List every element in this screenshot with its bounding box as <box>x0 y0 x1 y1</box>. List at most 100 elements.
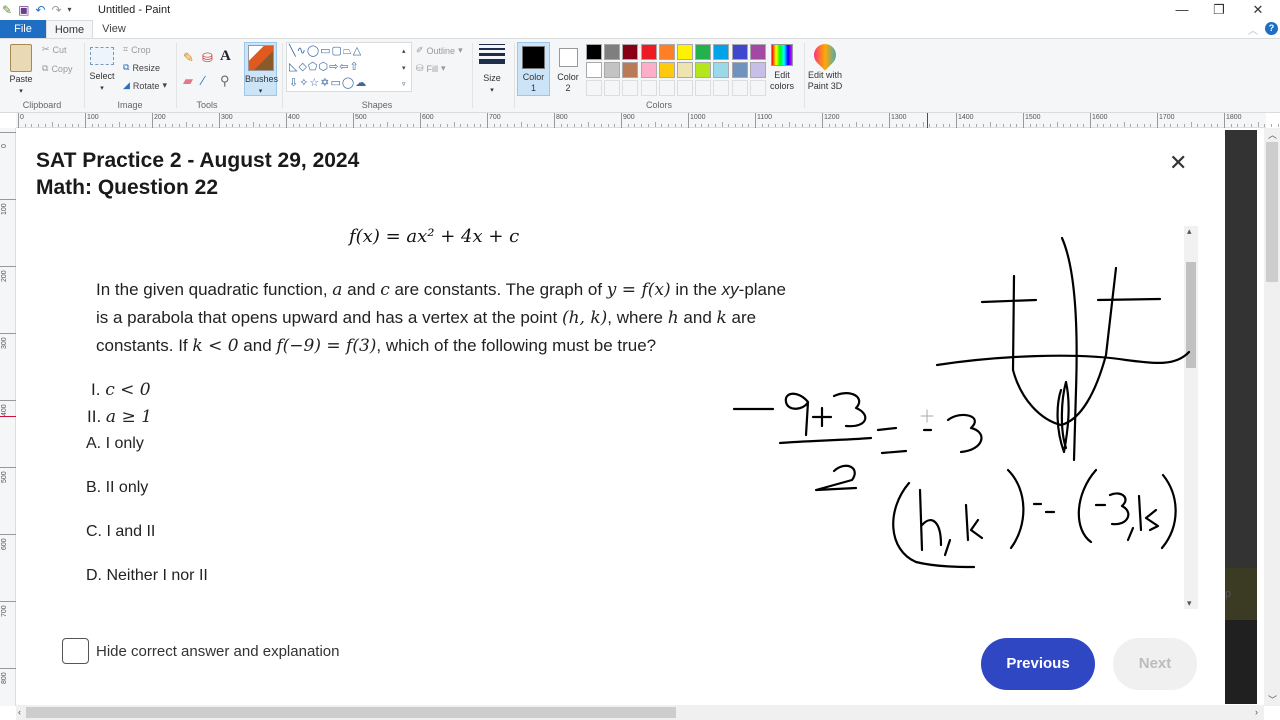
save-icon[interactable]: ▣ <box>18 3 29 17</box>
palette-swatch[interactable] <box>731 62 748 78</box>
hide-answer-checkbox[interactable] <box>62 638 89 664</box>
copy-button[interactable]: ⧉ Copy <box>42 63 72 74</box>
color1-button[interactable]: Color 1 <box>517 42 550 96</box>
palette-swatch[interactable] <box>695 62 712 78</box>
shapes-group-label: Shapes <box>361 100 393 110</box>
ruler-label: 1400 <box>958 114 974 121</box>
close-window-button[interactable]: ✕ <box>1248 2 1268 18</box>
fill-bucket-icon[interactable]: ⛁ <box>202 50 213 66</box>
palette-swatch[interactable] <box>749 62 766 78</box>
fill-button[interactable]: ⛁ Fill ▾ <box>416 63 446 74</box>
edit-with-paint3d-button[interactable]: Edit with Paint 3D <box>807 39 843 92</box>
paint-app-icon[interactable]: ✎ <box>2 3 12 17</box>
crop-button[interactable]: ⌗ Crop <box>123 44 151 55</box>
custom-color-slot[interactable] <box>622 80 639 96</box>
ruler-label: 1300 <box>891 114 907 121</box>
restore-button[interactable]: ❐ <box>1209 2 1229 18</box>
scroll-down-arrow-icon[interactable]: ﹀ <box>1268 693 1277 706</box>
custom-color-slot[interactable] <box>713 80 730 96</box>
size-button[interactable]: Size ▾ <box>477 44 507 96</box>
palette-swatch[interactable] <box>640 62 657 78</box>
scroll-right-arrow-icon[interactable]: › <box>1255 707 1258 717</box>
palette-swatch[interactable] <box>604 44 621 60</box>
select-button[interactable]: Select ▾ <box>88 47 116 94</box>
tab-file[interactable]: File <box>0 20 46 38</box>
ruler-tick <box>1224 113 1225 128</box>
help-icon[interactable]: ? <box>1265 22 1278 35</box>
scroll-left-arrow-icon[interactable]: ‹ <box>18 707 21 717</box>
palette-swatch[interactable] <box>677 44 693 60</box>
custom-color-slot[interactable] <box>640 80 657 96</box>
custom-color-slot[interactable] <box>749 80 766 96</box>
hide-answer-label[interactable]: Hide correct answer and explanation <box>96 643 339 660</box>
palette-swatch[interactable] <box>622 62 639 78</box>
shapes-row-1: ╲∿◯▭▢⏢△ <box>289 45 363 57</box>
tab-view[interactable]: View <box>95 20 133 38</box>
paste-button[interactable]: Paste ▾ <box>6 44 36 97</box>
horizontal-scrollbar[interactable]: ‹ › <box>16 705 1264 720</box>
ruler-tick <box>0 668 16 669</box>
color2-button[interactable]: Color 2 <box>553 42 583 94</box>
palette-swatch[interactable] <box>622 44 639 60</box>
shapes-gallery[interactable]: ╲∿◯▭▢⏢△ ◺◇⬠⬡⇨⇦⇧ ⇩✧☆✡▭◯☁ <box>286 42 412 92</box>
paint-canvas[interactable]: SAT Practice 2 - August 29, 2024 Math: Q… <box>16 130 1224 704</box>
custom-color-slot[interactable] <box>695 80 712 96</box>
next-button[interactable]: Next <box>1113 638 1197 690</box>
text-tool-icon[interactable]: A <box>220 48 231 65</box>
ribbon: Paste ▾ ✂ Cut ⧉ Copy Clipboard Select ▾ ⌗ Cro… <box>0 38 1280 113</box>
edit-colors-button[interactable]: Edit colors <box>766 44 798 92</box>
custom-color-slot[interactable] <box>604 80 621 96</box>
rotate-button[interactable]: ◢ Rotate ▾ <box>123 80 167 91</box>
palette-swatch[interactable] <box>749 44 766 60</box>
shapes-scroll-down-icon[interactable]: ▾ <box>402 64 406 72</box>
horizontal-ruler: 0 100 200 300 400 500 600 700 800 900 1000 1100 1200… <box>16 113 1279 128</box>
scroll-up-arrow-icon[interactable]: ︿ <box>1268 128 1277 141</box>
outline-button[interactable]: ✐ Outline ▾ <box>416 45 463 56</box>
palette-swatch[interactable] <box>713 62 730 78</box>
custom-color-slot[interactable] <box>677 80 693 96</box>
palette-swatch[interactable] <box>640 44 657 60</box>
palette-swatch[interactable] <box>604 62 621 78</box>
ruler-label: 100 <box>87 114 99 121</box>
palette-swatch[interactable] <box>586 62 602 78</box>
tab-home[interactable]: Home <box>46 20 93 38</box>
vertex-x-calculation <box>732 392 983 492</box>
redo-icon[interactable]: ↷ <box>51 3 61 17</box>
outline-icon: ✐ <box>416 45 424 55</box>
ruler-tick <box>621 113 622 128</box>
custom-color-slot[interactable] <box>586 80 602 96</box>
horizontal-scroll-thumb[interactable] <box>26 707 676 718</box>
collapse-ribbon-icon[interactable]: ︿ <box>1248 22 1258 37</box>
ruler-label: 600 <box>1 538 8 550</box>
vertical-scrollbar[interactable]: ︿ ﹀ <box>1264 128 1280 706</box>
ruler-tick <box>0 601 16 602</box>
brushes-button[interactable]: Brushes ▾ <box>244 42 278 96</box>
customize-icon[interactable]: ▾ <box>68 3 72 17</box>
cursor-position-marker <box>0 416 16 417</box>
resize-button[interactable]: ⧉ Resize <box>123 62 160 73</box>
shapes-scroll-up-icon[interactable]: ▴ <box>402 47 406 55</box>
ruler-tick <box>1157 113 1158 128</box>
vertical-scroll-thumb[interactable] <box>1266 142 1278 282</box>
palette-swatch[interactable] <box>677 62 693 78</box>
palette-swatch[interactable] <box>586 44 602 60</box>
shapes-expand-icon[interactable]: ▿ <box>402 80 406 88</box>
palette-swatch[interactable] <box>731 44 748 60</box>
custom-color-slot[interactable] <box>731 80 748 96</box>
pencil-icon[interactable]: ✎ <box>183 50 194 66</box>
ruler-label: 500 <box>355 114 367 121</box>
color1-swatch <box>522 46 545 69</box>
color-picker-icon[interactable]: ⁄ <box>202 73 204 88</box>
previous-button[interactable]: Previous <box>981 638 1095 690</box>
minimize-button[interactable]: — <box>1172 2 1192 17</box>
palette-swatch[interactable] <box>695 44 712 60</box>
eraser-icon[interactable]: ▰ <box>183 73 193 89</box>
palette-swatch[interactable] <box>658 44 675 60</box>
ruler-label: 1200 <box>824 114 840 121</box>
magnifier-icon[interactable]: ⚲ <box>220 73 230 89</box>
custom-color-slot[interactable] <box>658 80 675 96</box>
palette-swatch[interactable] <box>713 44 730 60</box>
cut-button[interactable]: ✂ Cut <box>42 44 67 55</box>
undo-icon[interactable]: ↶ <box>35 3 45 17</box>
palette-swatch[interactable] <box>658 62 675 78</box>
